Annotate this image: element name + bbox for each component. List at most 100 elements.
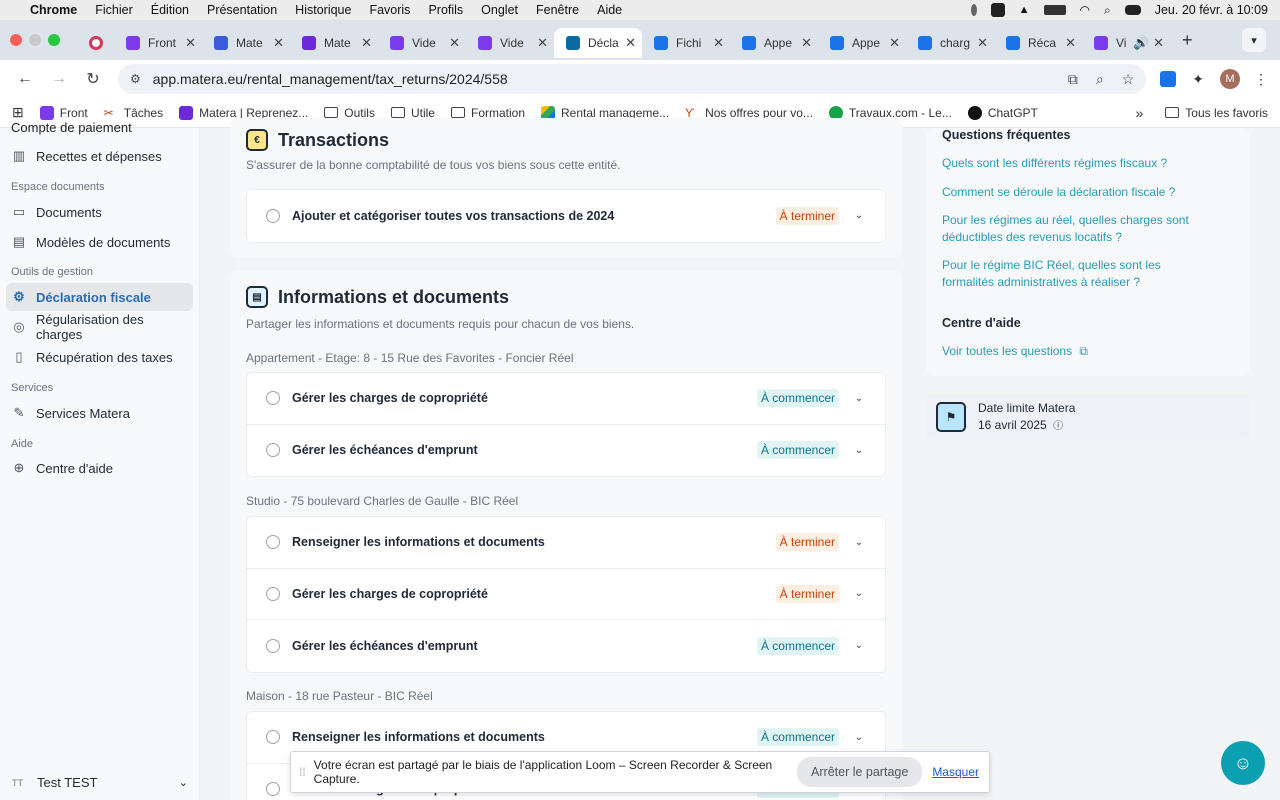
extensions-puzzle-icon[interactable]: ✦ [1192,71,1204,88]
task-radio[interactable] [266,586,280,601]
bookmark-star-icon[interactable]: ☆ [1122,71,1135,88]
faq-link[interactable]: Pour le régime BIC Réel, quelles sont le… [942,257,1212,291]
faq-link[interactable]: Pour les régimes au réel, quelles charge… [942,212,1212,246]
open-in-app-icon[interactable]: ⧉ [1068,71,1078,88]
task-radio[interactable] [266,391,280,406]
task-radio[interactable] [266,782,280,797]
apps-grid-icon[interactable]: ⊞ [12,104,24,121]
maximize-window-icon[interactable] [48,34,60,46]
close-tab-icon[interactable]: ✕ [361,35,372,51]
sidebar-item-recuperation[interactable]: ▯ Récupération des taxes [6,343,193,371]
task-radio[interactable] [266,730,280,745]
chevron-down-icon[interactable]: ⌄ [853,445,865,456]
sidebar-item-compte-paiement[interactable]: Compte de paiement [11,120,132,135]
close-tab-icon[interactable]: ✕ [977,35,988,51]
faq-link[interactable]: Quels sont les différents régimes fiscau… [942,155,1212,172]
menu-favoris[interactable]: Favoris [369,3,410,17]
browser-tab[interactable]: Appe ✕ [818,28,906,58]
close-tab-icon[interactable]: ✕ [537,35,548,51]
drag-handle-icon[interactable]: ⁞⁞ [299,765,306,779]
close-tab-icon[interactable]: ✕ [713,35,724,51]
battery-icon[interactable] [1043,5,1066,15]
menu-app-name[interactable]: Chrome [30,3,77,17]
spotlight-search-icon[interactable]: ⌕ [1104,3,1111,18]
menu-edition[interactable]: Édition [151,3,189,17]
chevron-down-icon[interactable]: ⌄ [853,393,865,404]
close-tab-icon[interactable]: ✕ [625,35,636,51]
close-tab-icon[interactable]: ✕ [801,35,812,51]
close-window-icon[interactable] [10,34,22,46]
chevron-down-icon[interactable]: ⌄ [853,588,865,599]
audio-close-tab-icon[interactable]: 🔊 ✕ [1133,35,1164,51]
new-tab-icon[interactable]: + [1182,30,1193,51]
browser-tab[interactable]: Mate ✕ [290,28,378,58]
menu-fichier[interactable]: Fichier [95,3,133,17]
sidebar-item-modeles[interactable]: ▤ Modèles de documents [6,228,193,256]
reload-icon[interactable]: ↻ [80,69,106,89]
menu-profils[interactable]: Profils [428,3,463,17]
chat-support-button[interactable]: ☺ [1221,741,1265,785]
browser-tab[interactable]: Réca ✕ [994,28,1082,58]
chevron-down-icon[interactable]: ⌄ [853,640,865,651]
browser-tab[interactable]: Mate ✕ [202,28,290,58]
control-center-icon[interactable] [1124,5,1141,15]
loom-status-icon[interactable] [990,3,1005,17]
close-tab-icon[interactable]: ✕ [185,35,196,51]
close-tab-icon[interactable]: ✕ [1065,35,1076,51]
menu-historique[interactable]: Historique [295,3,351,17]
chevron-down-icon[interactable]: ⌄ [853,537,865,548]
close-tab-icon[interactable]: ✕ [449,35,460,51]
browser-tab[interactable]: charg ✕ [906,28,994,58]
hide-banner-link[interactable]: Masquer [932,765,979,779]
extension-icon[interactable] [1160,71,1177,87]
chevron-down-icon[interactable]: ⌄ [853,732,865,743]
sidebar-item-documents[interactable]: ▭ Documents [6,198,193,226]
browser-tab[interactable]: Vide ✕ [378,28,466,58]
close-tab-icon[interactable]: ✕ [889,35,900,51]
info-icon[interactable]: ⓘ [1053,421,1063,432]
task-row[interactable]: Gérer les échéances d'emprunt À commence… [247,425,885,477]
user-menu[interactable]: TT Test TEST ⌄ [0,775,200,790]
menu-aide[interactable]: Aide [597,3,622,17]
menu-onglet[interactable]: Onglet [481,3,518,17]
task-radio[interactable] [266,638,280,653]
browser-tab[interactable]: Vi 🔊 ✕ [1082,28,1170,58]
chevron-down-icon[interactable]: ⌄ [853,210,865,221]
sidebar-item-centre-aide[interactable]: ⊕ Centre d'aide [6,454,193,482]
microphone-icon[interactable] [970,4,977,16]
address-bar[interactable]: ⚙ app.matera.eu/rental_management/tax_re… [118,64,1147,94]
close-tab-icon[interactable]: ✕ [273,35,284,51]
sidebar-item-services-matera[interactable]: ✎ Services Matera [6,399,193,427]
tab-search-chevron-icon[interactable]: ▾ [1242,28,1266,52]
task-row[interactable]: Gérer les charges de copropriété À comme… [247,373,885,425]
browser-tab[interactable]: Front ✕ [114,28,202,58]
minimize-window-icon[interactable] [29,34,41,46]
stop-sharing-button[interactable]: Arrêter le partage [797,757,923,787]
task-radio[interactable] [266,535,280,550]
back-arrow-icon[interactable]: ← [12,70,38,88]
bookmark-front[interactable]: Front [39,105,88,120]
profile-avatar[interactable]: M [1220,69,1240,89]
wifi-icon[interactable]: ◠ [1080,3,1090,17]
menu-presentation[interactable]: Présentation [207,3,277,17]
bookmark-all[interactable]: Tous les favoris [1165,106,1268,120]
zoom-icon[interactable]: ⌕ [1096,71,1104,88]
pinned-tab[interactable] [78,28,114,58]
site-info-icon[interactable]: ⚙ [130,72,141,86]
browser-tab[interactable]: Appe ✕ [730,28,818,58]
task-row[interactable]: Gérer les charges de copropriété À termi… [247,569,885,620]
menu-fenetre[interactable]: Fenêtre [536,3,579,17]
upload-icon[interactable]: ▲ [1019,4,1030,16]
sidebar-item-regularisation[interactable]: ◎ Régularisation des charges [6,312,193,342]
task-row[interactable]: Renseigner les informations et documents… [247,517,885,569]
bookmark-chatgpt[interactable]: ChatGPT [967,105,1038,120]
chrome-menu-icon[interactable]: ⋮ [1254,71,1268,88]
task-row[interactable]: Gérer les échéances d'emprunt À commence… [247,620,885,672]
more-bookmarks-icon[interactable]: » [1136,105,1144,121]
browser-tab[interactable]: Fichi ✕ [642,28,730,58]
bookmark-taches[interactable]: ✂ Tâches [104,106,163,120]
browser-tab[interactable]: Décla ✕ [554,28,642,58]
forward-arrow-icon[interactable]: → [46,70,72,88]
task-row[interactable]: Ajouter et catégoriser toutes vos transa… [247,190,885,242]
help-center-link[interactable]: Voir toutes les questions ⧉ [942,343,1088,360]
